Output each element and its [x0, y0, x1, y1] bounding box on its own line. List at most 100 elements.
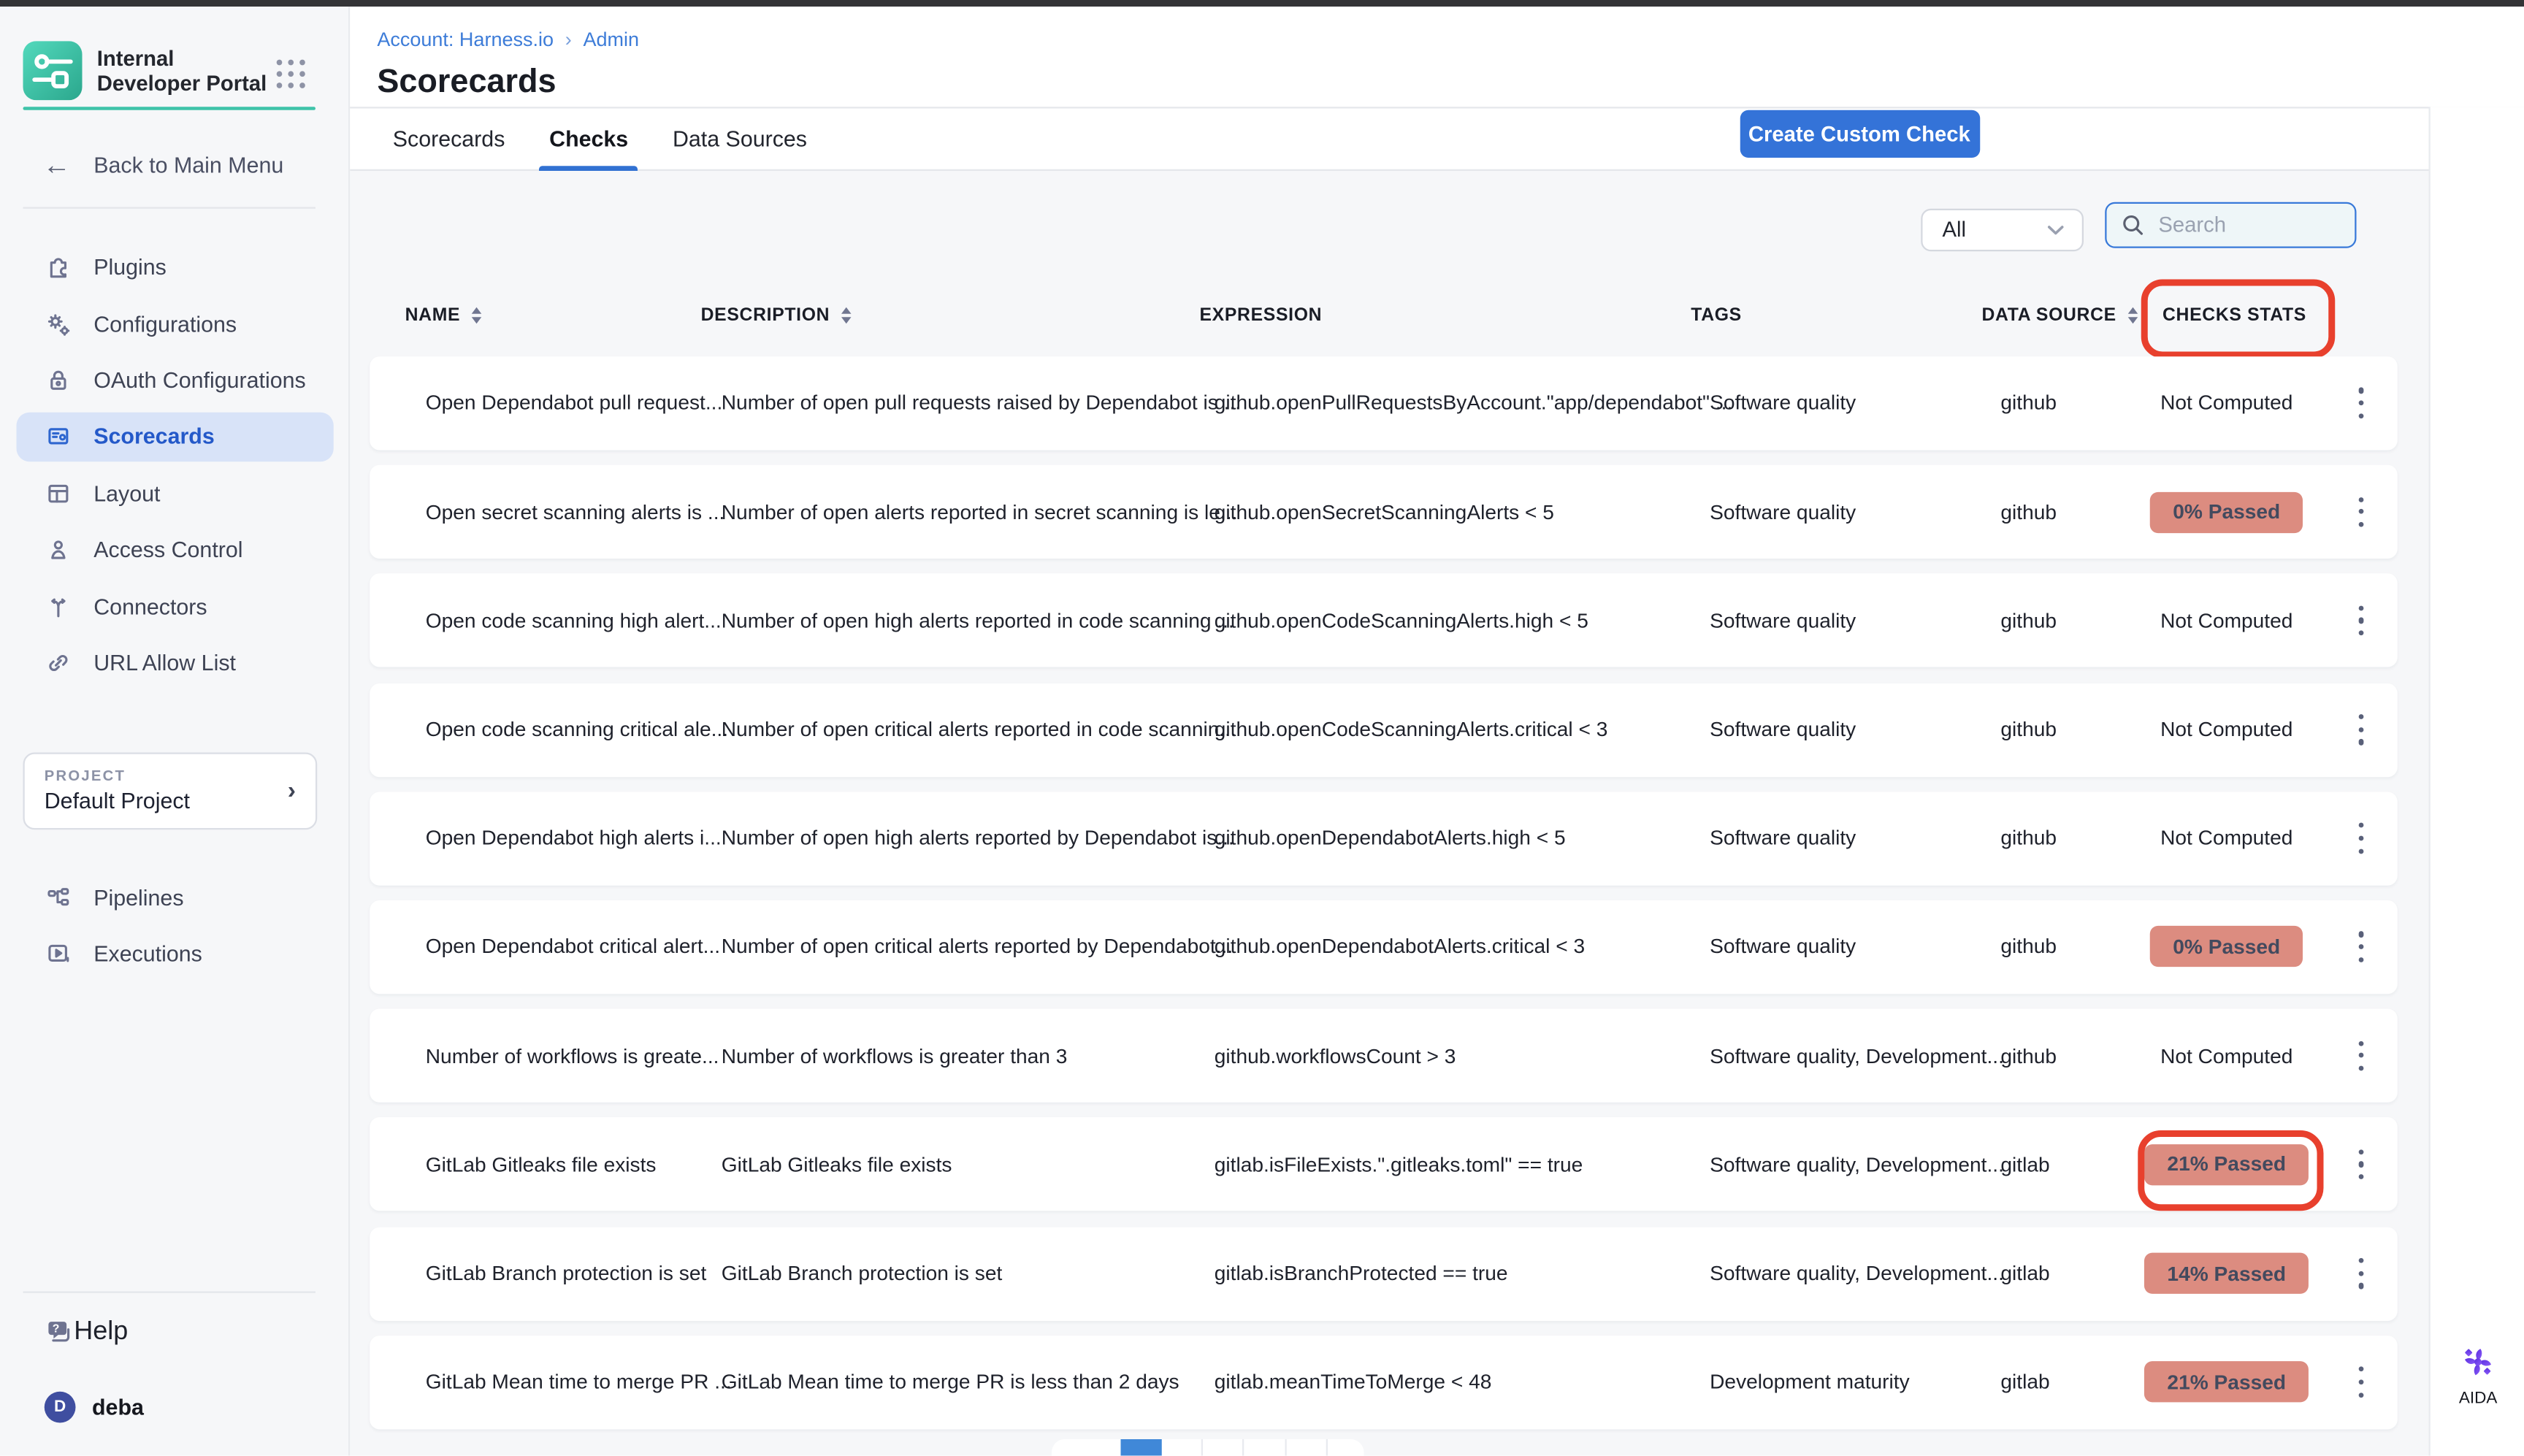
breadcrumb-account-link[interactable]: Account: Harness.io: [377, 27, 554, 50]
sort-icon[interactable]: [472, 307, 482, 323]
link-icon: [45, 649, 72, 677]
table-row[interactable]: Open secret scanning alerts is ...Number…: [369, 465, 2398, 559]
cell-tags: Software quality, Development...: [1710, 1153, 2004, 1176]
column-header-name[interactable]: NAME: [405, 304, 482, 324]
tab-data-sources[interactable]: Data Sources: [669, 107, 810, 170]
cell-expression: gitlab.isFileExists.".gitleaks.toml" == …: [1215, 1153, 1583, 1176]
sidebar-item-connectors[interactable]: Connectors: [17, 582, 334, 632]
cell-name: GitLab Gitleaks file exists: [426, 1153, 657, 1176]
row-menu-button[interactable]: [2352, 708, 2370, 751]
cell-description: GitLab Gitleaks file exists: [722, 1153, 952, 1176]
row-menu-button[interactable]: [2352, 381, 2370, 425]
cell-data-source: github: [2000, 935, 2057, 959]
create-custom-check-button[interactable]: Create Custom Check: [1740, 110, 1980, 157]
column-header-checks-stats: CHECKS STATS: [2162, 304, 2306, 324]
row-menu-button[interactable]: [2352, 490, 2370, 534]
table-row[interactable]: Open code scanning high alert...Number o…: [369, 574, 2398, 667]
table-row[interactable]: GitLab Branch protection is setGitLab Br…: [369, 1227, 2398, 1320]
sidebar-item-configurations[interactable]: Configurations: [17, 299, 334, 349]
column-header-tags: TAGS: [1691, 304, 1742, 324]
cell-data-source: gitlab: [2000, 1153, 2049, 1176]
sidebar-item-label: OAuth Configurations: [93, 367, 305, 392]
sidebar-item-plugins[interactable]: Plugins: [17, 242, 334, 292]
cell-name: Open code scanning critical ale...: [426, 718, 728, 741]
sidebar-item-executions[interactable]: Executions: [17, 928, 334, 978]
row-menu-button[interactable]: [2352, 816, 2370, 860]
search-input[interactable]: [2155, 210, 2343, 238]
sidebar-item-label: Scorecards: [93, 424, 214, 449]
checks-stats-badge: 0% Passed: [2150, 491, 2303, 532]
column-header-data-source[interactable]: DATA SOURCE: [1982, 304, 2138, 324]
divider: [23, 1291, 316, 1292]
layout-icon: [45, 479, 72, 507]
column-label: TAGS: [1691, 304, 1742, 324]
table-row[interactable]: Open Dependabot high alerts i...Number o…: [369, 792, 2398, 885]
filter-dropdown[interactable]: All: [1921, 209, 2083, 250]
table-row[interactable]: Open Dependabot critical alert...Number …: [369, 900, 2398, 994]
cell-description: GitLab Branch protection is set: [722, 1262, 1003, 1285]
column-header-description[interactable]: DESCRIPTION: [701, 304, 852, 324]
table-row[interactable]: Number of workflows is greate...Number o…: [369, 1009, 2398, 1103]
chevron-right-icon: ›: [288, 776, 296, 804]
row-menu-button[interactable]: [2352, 1034, 2370, 1078]
column-header-expression: EXPRESSION: [1200, 304, 1323, 324]
app-grid-icon[interactable]: [273, 55, 310, 92]
idp-logo-icon: [23, 40, 83, 99]
pagination-active-page[interactable]: [1120, 1439, 1160, 1455]
table-row[interactable]: GitLab Gitleaks file exists GitLab Gitlea…: [369, 1118, 2398, 1211]
back-to-main-menu[interactable]: ← Back to Main Menu: [17, 141, 334, 188]
cell-description: Number of open high alerts reported by D…: [722, 827, 1234, 850]
sort-icon[interactable]: [841, 307, 852, 323]
sidebar-item-label: Pipelines: [93, 885, 183, 910]
sidebar-item-access-control[interactable]: Access Control: [17, 525, 334, 575]
cell-description: Number of workflows is greater than 3: [722, 1044, 1068, 1068]
cell-expression: github.openCodeScanningAlerts.high < 5: [1215, 609, 1588, 632]
user-menu[interactable]: D deba: [17, 1383, 334, 1433]
tab-checks[interactable]: Checks: [546, 107, 632, 170]
row-menu-button[interactable]: [2352, 599, 2370, 643]
cell-tags: Software quality, Development...: [1710, 1044, 2004, 1068]
sidebar-item-scorecards[interactable]: Scorecards: [17, 412, 334, 461]
aida-button[interactable]: AIDA: [2431, 1341, 2524, 1407]
project-name: Default Project: [45, 788, 190, 813]
pagination-separator: [1326, 1439, 1328, 1455]
sidebar-item-label: Executions: [93, 940, 202, 965]
cell-data-source: github: [2000, 391, 2057, 415]
person-icon: [45, 536, 72, 564]
row-menu-button[interactable]: [2352, 1143, 2370, 1187]
row-menu-button[interactable]: [2352, 1252, 2370, 1295]
search-icon: [2121, 212, 2144, 236]
sort-icon[interactable]: [2128, 307, 2138, 323]
execution-icon: [45, 939, 72, 967]
aida-label: AIDA: [2459, 1389, 2498, 1407]
breadcrumb-admin-link[interactable]: Admin: [584, 27, 640, 50]
checks-stats-badge: 21% Passed: [2144, 1362, 2309, 1403]
row-menu-button[interactable]: [2352, 925, 2370, 969]
window-top-edge: [0, 0, 2524, 6]
project-label: PROJECT: [45, 767, 126, 783]
cell-expression: github.openDependabotAlerts.critical < 3: [1215, 935, 1585, 959]
cell-data-source: gitlab: [2000, 1262, 2049, 1285]
table-row[interactable]: GitLab Mean time to merge PR ...GitLab M…: [369, 1336, 2398, 1429]
sidebar-item-layout[interactable]: Layout: [17, 468, 334, 518]
pipeline-icon: [45, 884, 72, 911]
cell-data-source: gitlab: [2000, 1371, 2049, 1394]
checks-stats-text: Not Computed: [2160, 391, 2292, 415]
table-row[interactable]: Open code scanning critical ale...Number…: [369, 683, 2398, 776]
sidebar-item-pipelines[interactable]: Pipelines: [17, 873, 334, 922]
cell-tags: Software quality: [1710, 500, 1856, 524]
tab-scorecards[interactable]: Scorecards: [389, 107, 508, 170]
cell-description: Number of open pull requests raised by D…: [722, 391, 1241, 415]
project-selector[interactable]: PROJECT Default Project ›: [23, 752, 318, 829]
cell-description: Number of open alerts reported in secret…: [722, 500, 1238, 524]
sidebar-item-url-allow-list[interactable]: URL Allow List: [17, 638, 334, 688]
pagination[interactable]: [1051, 1439, 1364, 1455]
sidebar-item-oauth-configurations[interactable]: OAuth Configurations: [17, 355, 334, 405]
table-row[interactable]: Open Dependabot pull request...Number of…: [369, 356, 2398, 450]
puzzle-icon: [45, 253, 72, 281]
tab-bar: Scorecards Checks Data Sources: [350, 107, 2428, 170]
cell-description: Number of open high alerts reported in c…: [722, 609, 1234, 632]
help-button[interactable]: ? Help: [17, 1307, 334, 1357]
cell-tags: Software quality, Development...: [1710, 1262, 2004, 1285]
row-menu-button[interactable]: [2352, 1360, 2370, 1404]
